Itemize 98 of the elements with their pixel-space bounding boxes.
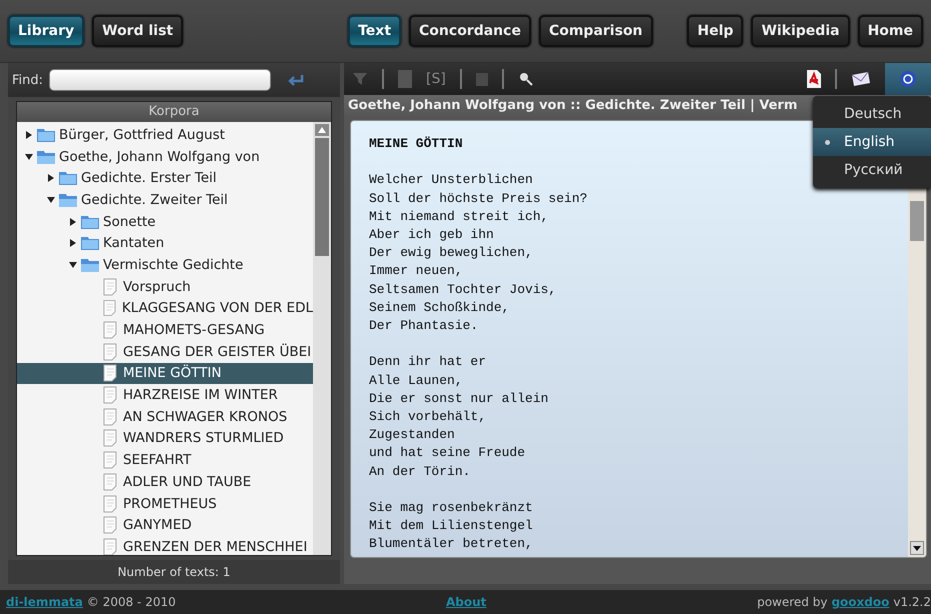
pdf-icon[interactable]: [807, 70, 821, 88]
nav-button[interactable]: Wikipedia: [751, 15, 850, 47]
globe-icon: [898, 70, 918, 88]
folder-icon: [37, 150, 55, 164]
document-icon: [103, 494, 119, 513]
poem-line: Seltsamen Tochter Jovis,: [369, 282, 556, 297]
mail-icon[interactable]: [851, 71, 871, 87]
powered-text: powered by: [757, 595, 828, 609]
expander-icon[interactable]: [69, 218, 77, 226]
document-icon: [103, 408, 119, 426]
column-header: Korpora: [17, 102, 331, 122]
folder-icon: [59, 192, 77, 207]
menu-item[interactable]: English: [813, 128, 931, 156]
tree-item[interactable]: Goethe, Johann Wolfgang von: [17, 146, 313, 168]
document-icon: [103, 364, 119, 382]
poem-line: Aber ich geb ihn: [369, 227, 494, 242]
poem-line: Blumentäler betreten,: [369, 536, 533, 552]
tree-item[interactable]: HARZREISE IM WINTER: [17, 384, 313, 406]
document-icon: [103, 299, 118, 318]
document-icon: [103, 321, 119, 340]
version-text: v1.2.2: [893, 595, 931, 609]
tree-item[interactable]: WANDRERS STURMLIED: [17, 428, 313, 450]
folder-icon: [81, 258, 99, 272]
document-icon: [103, 516, 119, 534]
scroll-thumb[interactable]: [910, 201, 924, 241]
scroll-thumb[interactable]: [315, 138, 329, 256]
tree-item[interactable]: SEEFAHRT: [17, 449, 313, 471]
poem-line: Welcher Unsterblichen: [369, 172, 533, 188]
poem-line: Denn ihr hat er: [369, 354, 486, 370]
nav-button[interactable]: Home: [858, 15, 923, 47]
poem-line: Mit dem Lilienstengel: [369, 518, 533, 534]
poem-line: Mit niemand streit ich,: [369, 208, 548, 224]
about-link[interactable]: About: [446, 595, 486, 609]
expander-icon[interactable]: [47, 196, 55, 204]
tab[interactable]: Library: [8, 15, 84, 47]
folder-icon: [37, 128, 55, 142]
tree-item[interactable]: Gedichte. Erster Teil: [17, 167, 313, 190]
poem-line: Soll der höchste Preis sein?: [369, 190, 588, 206]
tree-item[interactable]: ADLER UND TAUBE: [17, 471, 313, 493]
find-label: Find:: [12, 72, 44, 88]
enter-icon[interactable]: [287, 74, 306, 86]
tree-item[interactable]: Kantaten: [17, 232, 313, 254]
poem-line: Sich vorbehält,: [369, 409, 486, 424]
engine-link[interactable]: gooxdoo: [831, 595, 890, 609]
copyright-text: © 2008 - 2010: [86, 595, 176, 609]
tree-item[interactable]: KLAGGESANG VON DER EDL: [17, 298, 313, 320]
poem-line: Sie mag rosenbekränzt: [369, 500, 533, 516]
document-icon: [103, 472, 119, 491]
expander-icon[interactable]: [69, 260, 77, 269]
poem-line: Alle Launen,: [369, 372, 463, 388]
tab[interactable]: Concordance: [409, 15, 531, 47]
tree-item[interactable]: Vermischte Gedichte: [17, 254, 313, 276]
search-icon[interactable]: [518, 71, 534, 87]
find-field[interactable]: [49, 69, 272, 91]
tree-item[interactable]: Sonette: [17, 210, 313, 232]
tab[interactable]: Word list: [92, 15, 184, 47]
poem-line: und hat seine Freude: [369, 445, 526, 460]
expander-icon[interactable]: [25, 130, 33, 139]
expander-icon[interactable]: [69, 239, 77, 248]
poem-line: Zugestanden: [369, 427, 455, 442]
document-icon: [103, 278, 119, 296]
scrollbar[interactable]: [313, 122, 331, 555]
folder-icon: [59, 171, 77, 186]
poem-line: Die er sonst nur allein: [369, 390, 548, 406]
folder-icon: [81, 236, 99, 250]
scroll-up-icon[interactable]: [315, 124, 329, 136]
folder-icon: [81, 214, 99, 229]
document-icon: [103, 429, 119, 448]
tree-item[interactable]: PROMETHEUS: [17, 492, 313, 514]
poem-line: Der ewig beweglichen,: [369, 245, 533, 260]
expander-icon[interactable]: [47, 174, 55, 182]
status-text: Number of texts: 1: [8, 560, 340, 584]
stopwords-button[interactable]: [S]: [426, 71, 446, 87]
tree-item[interactable]: MAHOMETS-GESANG: [17, 319, 313, 341]
tree-item[interactable]: MEINE GÖTTIN: [17, 362, 313, 384]
poem-line: Immer neuen,: [369, 263, 463, 278]
document-icon: [103, 451, 119, 470]
menu-item[interactable]: Русский: [813, 156, 931, 184]
language-button[interactable]: [885, 63, 931, 95]
poem-line: Seinem Schoßkinde,: [369, 300, 510, 315]
tree-item[interactable]: AN SCHWAGER KRONOS: [17, 406, 313, 428]
tree-item[interactable]: Gedichte. Zweiter Teil: [17, 189, 313, 211]
document-icon: [103, 386, 119, 404]
poem-line: Der Phantasie.: [369, 318, 478, 334]
tree-item[interactable]: Vorspruch: [17, 276, 313, 298]
tree-item[interactable]: Bürger, Gottfried August: [17, 124, 313, 146]
brand-link[interactable]: di-lemmata: [6, 595, 83, 609]
tree-item[interactable]: GRENZEN DER MENSCHHEI: [17, 536, 313, 555]
tree-item[interactable]: GESANG DER GEISTER ÜBEI: [17, 340, 313, 363]
scroll-down-icon[interactable]: [910, 541, 924, 555]
document-icon: [103, 342, 119, 361]
tab[interactable]: Text: [348, 15, 402, 47]
tab[interactable]: Comparison: [538, 15, 653, 47]
poem-line: An der Törin.: [369, 464, 470, 479]
tree-item[interactable]: GANYMED: [17, 514, 313, 536]
nav-button[interactable]: Help: [687, 15, 744, 47]
expander-icon[interactable]: [25, 152, 33, 161]
poem-title: MEINE GÖTTIN: [369, 136, 463, 151]
